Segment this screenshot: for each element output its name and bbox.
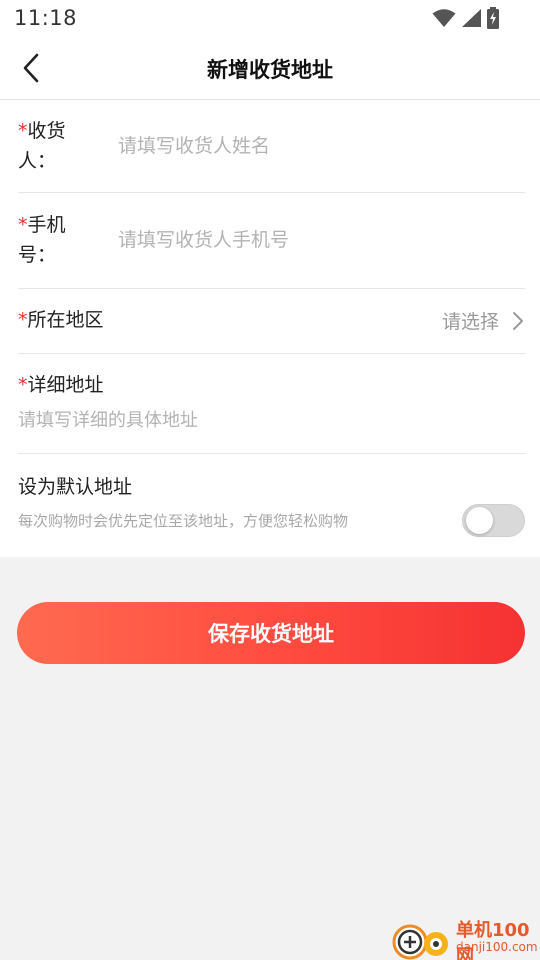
watermark-url: danji100.com [456,940,538,954]
required-mark: * [18,309,28,331]
divider [18,353,525,354]
recipient-row: *收货 人： [18,116,525,180]
save-address-button[interactable]: 保存收货地址 [17,602,525,664]
required-mark: * [18,214,28,236]
required-mark: * [18,374,28,396]
region-selector[interactable]: *所在地区 请选择 [18,305,525,337]
address-row: *详细地址 [18,370,525,440]
default-address-description: 每次购物时会优先定位至该地址，方便您轻松购物 [18,512,349,530]
address-form: *收货 人： *手机 号： *所在地区 请选择 *详细地址 设为默认地址 每次购… [0,100,540,557]
chevron-right-icon [513,312,523,330]
default-address-title: 设为默认地址 [18,476,133,498]
default-address-row: 设为默认地址 每次购物时会优先定位至该地址，方便您轻松购物 [18,472,525,542]
recipient-input[interactable] [118,131,518,161]
battery-charging-icon [487,7,499,29]
region-label: *所在地区 [18,309,104,331]
phone-row: *手机 号： [18,210,525,274]
status-time: 11:18 [14,6,78,30]
required-mark: * [18,120,28,142]
phone-input[interactable] [118,225,518,255]
region-value: 请选择 [441,311,499,333]
danji-logo-icon [392,924,448,960]
status-icons [432,7,500,29]
recipient-label: *收货 人： [18,120,66,172]
page-title: 新增收货地址 [207,58,333,82]
address-input[interactable] [18,406,518,434]
wifi-icon [432,9,456,27]
default-address-toggle[interactable] [462,504,525,537]
nav-bar: 新增收货地址 [0,36,540,100]
signal-icon [462,9,481,27]
address-label: *详细地址 [18,374,104,396]
divider [18,453,525,454]
watermark: 单机100网 danji100.com [390,912,540,960]
status-bar: 11:18 [0,0,540,36]
toggle-knob [466,507,493,534]
divider [18,288,525,289]
divider [18,192,525,193]
phone-label: *手机 号： [18,214,66,266]
